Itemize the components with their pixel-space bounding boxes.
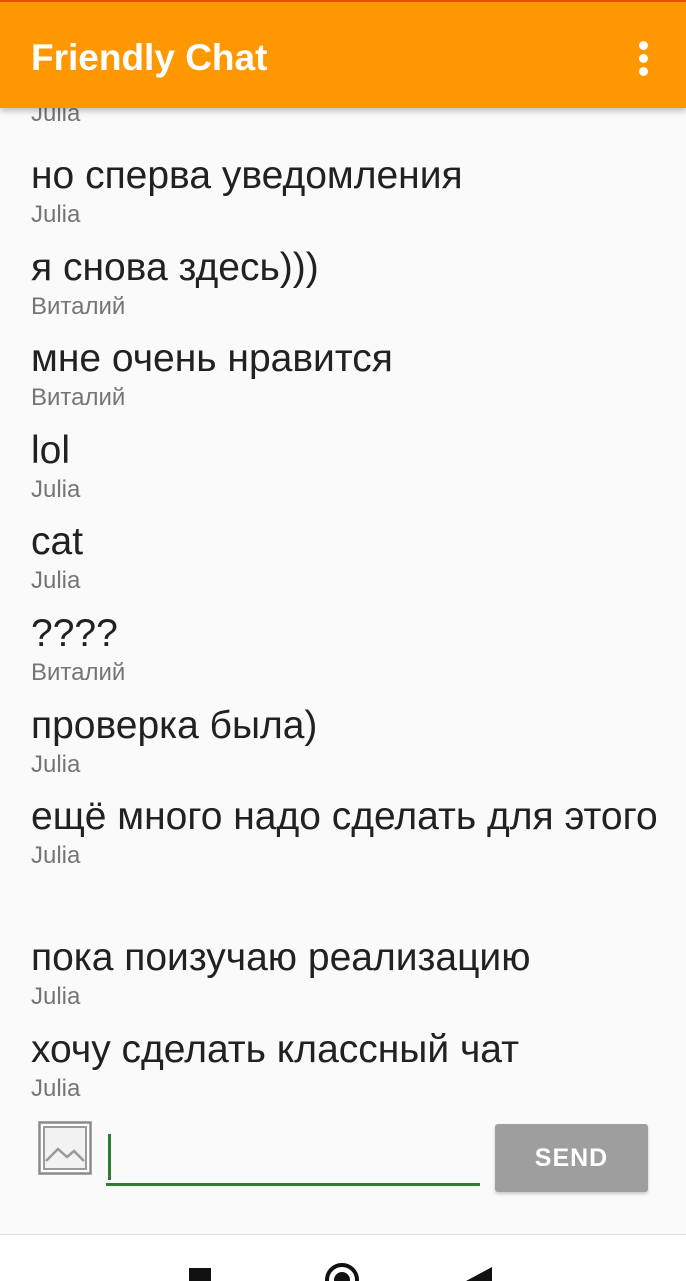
message-composer: SEND	[0, 1108, 686, 1234]
send-button[interactable]: SEND	[495, 1124, 648, 1192]
square-icon[interactable]	[189, 1268, 211, 1281]
circle-icon[interactable]	[325, 1263, 359, 1281]
message-sender: Julia	[31, 476, 81, 503]
message-item: ещё много надо сделать для этого Julia	[31, 793, 661, 870]
message-item: lol Julia	[31, 427, 661, 504]
message-sender: Julia	[31, 567, 81, 594]
more-vert-icon[interactable]	[624, 36, 664, 80]
message-item: cat Julia	[31, 518, 661, 595]
message-item: я снова здесь))) Виталий	[31, 244, 661, 321]
menu-dot	[639, 54, 648, 63]
image-icon[interactable]	[38, 1121, 92, 1175]
message-text: lol	[31, 429, 71, 472]
message-text: cat	[31, 520, 84, 563]
message-sender: Виталий	[31, 659, 126, 686]
message-text: я снова здесь)))	[31, 246, 319, 289]
message-text: проверка была)	[31, 704, 318, 747]
triangle-back-icon[interactable]	[466, 1267, 492, 1281]
message-text: ещё много надо сделать для этого	[31, 795, 658, 838]
message-text: хочу сделать классный чат	[31, 1028, 519, 1071]
message-text: ????	[31, 612, 118, 655]
message-text: пока поизучаю реализацию	[31, 936, 531, 979]
message-sender: Julia	[31, 108, 81, 127]
message-item: мне очень нравится Виталий	[31, 335, 661, 412]
message-sender: Julia	[31, 842, 81, 869]
message-sender: Julia	[31, 1075, 81, 1102]
message-sender: Виталий	[31, 293, 126, 320]
message-sender: Виталий	[31, 384, 126, 411]
message-text: мне очень нравится	[31, 337, 393, 380]
message-sender: Julia	[31, 751, 81, 778]
message-sender: Julia	[31, 983, 81, 1010]
message-item: проверка была) Julia	[31, 702, 661, 779]
message-input[interactable]	[106, 1128, 480, 1186]
message-item: ???? Виталий	[31, 610, 661, 687]
app-title: Friendly Chat	[31, 37, 268, 78]
menu-dot	[639, 67, 648, 76]
message-item: хочу сделать классный чат Julia	[31, 1026, 661, 1103]
message-item: но сперва уведомления Julia	[31, 152, 661, 229]
message-sender: Julia	[31, 201, 81, 228]
message-list[interactable]: Julia но сперва уведомления Julia я снов…	[0, 108, 686, 1108]
message-item: пока поизучаю реализацию Julia	[31, 934, 661, 1011]
message-text: но сперва уведомления	[31, 154, 463, 197]
system-nav-bar	[0, 1234, 686, 1281]
app-bar: Friendly Chat	[0, 0, 686, 108]
menu-dot	[639, 41, 648, 50]
text-cursor	[108, 1134, 111, 1180]
